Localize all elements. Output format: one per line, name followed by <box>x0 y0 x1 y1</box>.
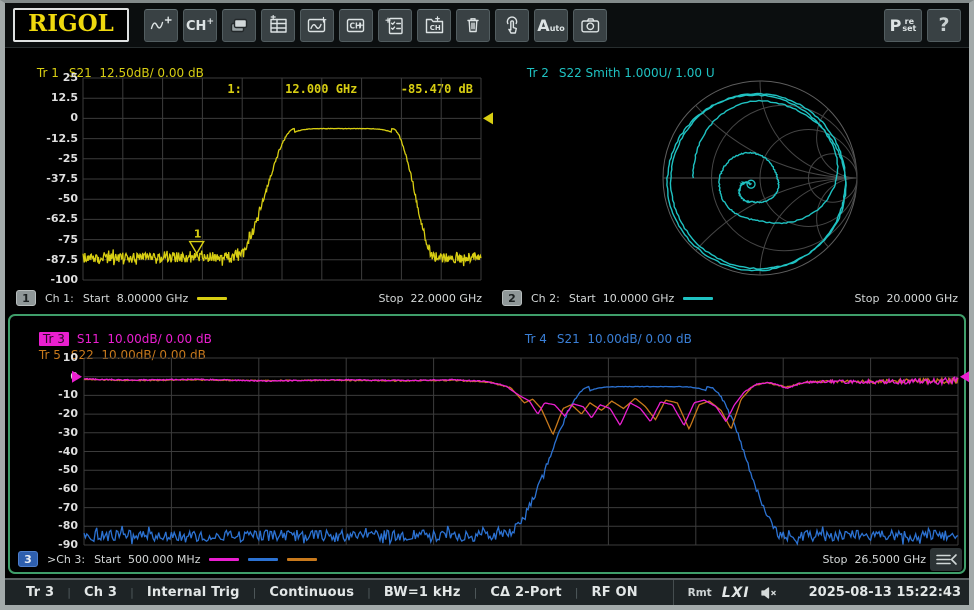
ch3-stop: Stop 26.5000 GHz <box>822 553 926 566</box>
task-list-button[interactable] <box>378 9 412 42</box>
remote-indicator: Rmt <box>688 587 712 599</box>
svg-text:1: 1 <box>194 228 202 241</box>
menu-expand-icon[interactable] <box>930 548 962 571</box>
y-tick-label: -50 <box>58 463 78 477</box>
layers-icon <box>228 15 250 36</box>
ch3-footer: 3 >Ch 3: Start 500.000 MHz Stop 26.5000 … <box>18 550 956 568</box>
channel-add-button[interactable]: CH+ <box>183 9 217 42</box>
status-bar: Tr 3| Ch 3| Internal Trig| Continuous| B… <box>5 578 969 605</box>
y-tick-label: -10 <box>58 388 78 402</box>
help-button[interactable]: ? <box>927 9 961 42</box>
window-waveform-icon <box>306 15 329 35</box>
svg-text:CH: CH <box>349 22 361 31</box>
trash-icon <box>462 15 484 35</box>
status-bandwidth[interactable]: BW=1 kHz <box>371 585 474 600</box>
ch3-plot[interactable] <box>84 358 958 545</box>
ch3-y-axis: 100-10-20-30-40-50-60-70-80-90 <box>26 358 78 545</box>
waveform-plus-icon <box>149 15 173 35</box>
y-tick-label: -70 <box>58 501 78 515</box>
ch3-start: Start 500.000 MHz <box>94 553 200 566</box>
toolbar: RIGOL CH+ CH <box>5 3 969 48</box>
trace4-header: Tr 4S21 10.00dB/ 0.00 dB <box>502 318 692 360</box>
datasheet-button[interactable] <box>261 9 295 42</box>
y-tick-label: -30 <box>58 426 78 440</box>
window-1-badge[interactable]: 1 <box>16 290 36 306</box>
window-3-panel[interactable]: Tr 3S11 10.00dB/ 0.00 dB Tr 5S22 10.00dB… <box>8 314 966 574</box>
touch-icon <box>501 15 523 36</box>
y-tick-label: -100 <box>50 273 78 287</box>
svg-text:CH: CH <box>429 24 440 32</box>
y-tick-label: -87.5 <box>46 253 78 267</box>
y-tick-label: -50 <box>58 192 78 206</box>
y-tick-label: -62.5 <box>46 212 78 226</box>
window-ch-plus-icon: CH <box>345 15 368 35</box>
preset-button[interactable]: P reset <box>884 9 922 42</box>
ch2-stop: Stop 20.0000 GHz <box>854 292 958 305</box>
vna-screen: RIGOL CH+ CH <box>0 0 974 610</box>
checklist-icon <box>384 15 406 36</box>
y-tick-label: -60 <box>58 482 78 496</box>
trace4-color-key <box>248 558 278 561</box>
help-label: ? <box>938 14 949 36</box>
window-1-panel[interactable]: Tr 1S21 12.50dB/ 0.00 dB 1: 12.000 GHz -… <box>8 48 490 312</box>
rigol-logo: RIGOL <box>13 8 129 42</box>
status-channel[interactable]: Ch 3 <box>71 585 130 600</box>
trace-add-button[interactable] <box>144 9 178 42</box>
table-icon <box>267 15 289 35</box>
y-tick-label: -12.5 <box>46 132 78 146</box>
touch-button[interactable] <box>495 9 529 42</box>
status-trigger[interactable]: Internal Trig <box>134 585 253 600</box>
status-sweep[interactable]: Continuous <box>256 585 367 600</box>
window-3-badge[interactable]: 3 <box>18 551 38 567</box>
lxi-indicator: LXI <box>722 585 750 601</box>
y-tick-label: 0 <box>70 111 78 125</box>
ch1-start: Start 8.00000 GHz <box>83 292 188 305</box>
ch1-label: Ch 1: <box>45 292 74 305</box>
ch1-footer: 1 Ch 1: Start 8.00000 GHz Stop 22.0000 G… <box>16 289 482 307</box>
preset-sub-label: reset <box>902 18 916 32</box>
ch1-y-axis: 2512.50-12.5-25-37.5-50-62.5-75-87.5-100 <box>22 78 78 280</box>
delete-button[interactable] <box>456 9 490 42</box>
screenshot-button[interactable] <box>573 9 607 42</box>
ch-plus-icon: CH+ <box>186 17 214 34</box>
window-trace-button[interactable] <box>300 9 334 42</box>
auto-scale-button[interactable]: Auto <box>534 9 568 42</box>
datetime: 2025-08-13 15:22:43 <box>809 585 961 600</box>
y-tick-label: 12.5 <box>51 91 78 105</box>
auto-label: Auto <box>537 16 564 35</box>
window-channel-button[interactable]: CH <box>339 9 373 42</box>
y-tick-label: 25 <box>63 71 78 85</box>
ch2-footer: 2 Ch 2: Start 10.0000 GHz Stop 20.0000 G… <box>502 289 958 307</box>
mute-icon <box>760 586 777 600</box>
status-trace[interactable]: Tr 3 <box>13 585 67 600</box>
trace5-color-key <box>287 558 317 561</box>
y-tick-label: -37.5 <box>46 172 78 186</box>
y-tick-label: 10 <box>63 351 78 365</box>
y-tick-label: -40 <box>58 445 78 459</box>
y-tick-label: -20 <box>58 407 78 421</box>
layers-button[interactable] <box>222 9 256 42</box>
window-2-badge[interactable]: 2 <box>502 290 522 306</box>
y-tick-label: -25 <box>58 152 78 166</box>
status-rf[interactable]: RF ON <box>578 585 650 600</box>
camera-icon <box>579 15 602 35</box>
ch2-start: Start 10.0000 GHz <box>569 292 674 305</box>
status-right-group: Rmt LXI 2025-08-13 15:22:43 <box>673 580 961 605</box>
y-tick-label: -75 <box>58 233 78 247</box>
channel-folder-button[interactable]: CH <box>417 9 451 42</box>
preset-label: P <box>890 16 902 35</box>
ch1-plot[interactable]: 1 <box>83 78 481 280</box>
ch2-label: Ch 2: <box>531 292 560 305</box>
trace3-color-key <box>209 558 239 561</box>
ch3-label: >Ch 3: <box>47 553 85 566</box>
window-2-panel[interactable]: Tr 2S22 Smith 1.000U/ 1.00 U 2 Ch 2: Sta… <box>494 48 966 312</box>
smith-chart[interactable] <box>650 68 870 288</box>
trace2-color-key <box>683 297 713 300</box>
folder-ch-icon: CH <box>423 15 446 35</box>
status-calibration[interactable]: CΔ 2-Port <box>477 585 574 600</box>
trace1-color-key <box>197 297 227 300</box>
ch1-stop: Stop 22.0000 GHz <box>378 292 482 305</box>
y-tick-label: -80 <box>58 519 78 533</box>
